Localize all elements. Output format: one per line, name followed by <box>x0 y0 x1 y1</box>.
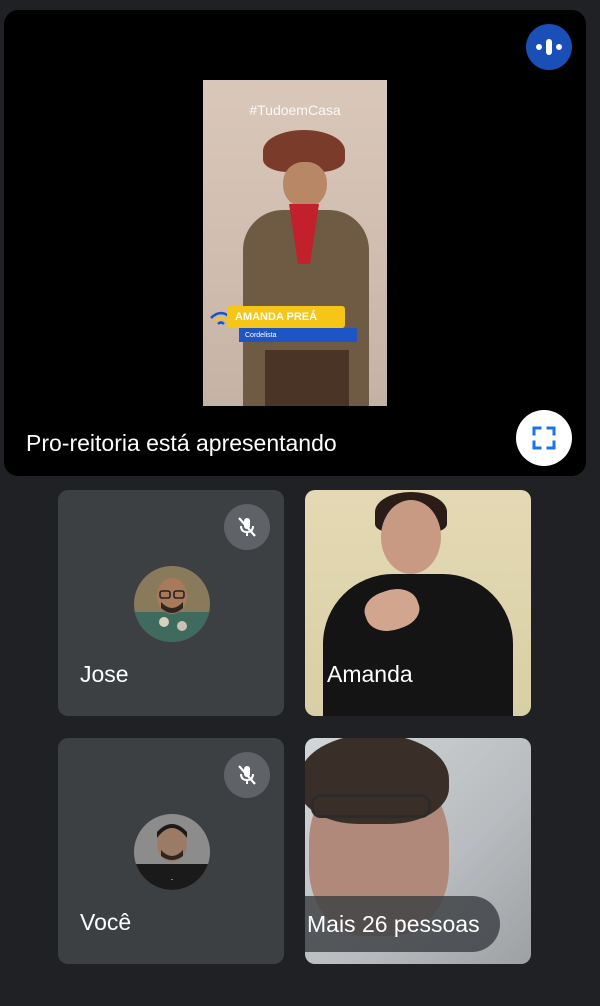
participant-tile-self[interactable]: . Você <box>58 738 284 964</box>
lower-third-role: Cordelista <box>239 328 357 342</box>
participant-tile-amanda[interactable]: Amanda <box>305 490 531 716</box>
participant-tile-jose[interactable]: Jose <box>58 490 284 716</box>
meet-call-screen: #TudoemCasa AMANDA PREÁ Cordelista Pro-r… <box>0 0 600 1006</box>
participant-name: Amanda <box>327 661 413 687</box>
participant-name: Jose <box>80 661 129 687</box>
presenting-label: Pro-reitoria está apresentando <box>26 430 337 456</box>
avatar: . <box>134 814 210 890</box>
mic-off-icon <box>224 752 270 798</box>
avatar <box>134 566 210 642</box>
presenter-legs <box>265 350 349 406</box>
shared-screen-video: #TudoemCasa AMANDA PREÁ Cordelista <box>203 80 387 406</box>
presentation-tile[interactable]: #TudoemCasa AMANDA PREÁ Cordelista Pro-r… <box>4 10 586 476</box>
presenter-face <box>283 162 327 208</box>
more-participants-label: Mais 26 pessoas <box>305 896 500 952</box>
lower-third-name: AMANDA PREÁ <box>227 306 345 328</box>
amanda-head <box>381 500 441 574</box>
participant-name: Você <box>80 909 132 935</box>
svg-text:.: . <box>171 872 174 882</box>
shared-hashtag: #TudoemCasa <box>249 102 341 118</box>
fullscreen-icon <box>532 426 556 450</box>
fullscreen-button[interactable] <box>516 410 572 466</box>
amanda-body <box>323 574 513 716</box>
mais-glasses <box>311 794 431 818</box>
mic-off-icon <box>224 504 270 550</box>
participant-tile-more[interactable]: Mais 26 pessoas <box>305 738 531 964</box>
audio-level-icon <box>526 24 572 70</box>
